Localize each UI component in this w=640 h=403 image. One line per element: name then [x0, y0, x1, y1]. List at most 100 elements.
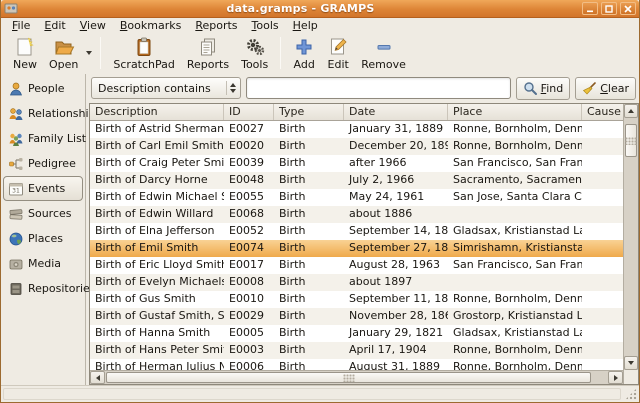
clear-button[interactable]: Clear [575, 77, 636, 100]
table-row[interactable]: Birth of Eric Lloyd Smith E0017 Birth Au… [90, 257, 623, 274]
events-table: Description ID Type Date Place Cause Bir… [89, 103, 639, 385]
horizontal-scroll-thumb[interactable] [106, 372, 591, 383]
table-row[interactable]: Birth of Emil Smith E0074 Birth Septembe… [90, 240, 623, 257]
cell-place [448, 206, 582, 223]
maximize-button[interactable] [601, 2, 617, 15]
table-row[interactable]: Birth of Edwin Michael Smith E0055 Birth… [90, 189, 623, 206]
cell-id: E0029 [224, 308, 274, 325]
edit-button[interactable]: Edit [321, 35, 355, 72]
sidebar-item-sources[interactable]: Sources [3, 201, 83, 226]
sidebar-item-people[interactable]: People [3, 76, 83, 101]
column-header-type[interactable]: Type [274, 104, 344, 120]
sidebar-item-events[interactable]: 31 Events [3, 176, 83, 201]
cell-id: E0008 [224, 274, 274, 291]
scroll-down-icon[interactable] [624, 356, 638, 370]
remove-minus-icon [373, 36, 395, 58]
combo-separator [226, 81, 227, 95]
column-header-place[interactable]: Place [448, 104, 582, 120]
cell-type: Birth [274, 206, 344, 223]
open-button[interactable]: Open [43, 35, 84, 72]
menu-bar: File Edit View Bookmarks Reports Tools H… [1, 18, 639, 33]
table-row[interactable]: Birth of Carl Emil Smith E0020 Birth Dec… [90, 138, 623, 155]
cell-description: Birth of Carl Emil Smith [90, 138, 224, 155]
menu-view[interactable]: View [73, 18, 113, 33]
table-row[interactable]: Birth of Elna Jefferson E0052 Birth Sept… [90, 223, 623, 240]
sidebar-item-pedigree[interactable]: Pedigree [3, 151, 83, 176]
column-header-date[interactable]: Date [344, 104, 448, 120]
tools-gears-icon [244, 36, 266, 58]
cell-description: Birth of Craig Peter Smith [90, 155, 224, 172]
sidebar-label: People [28, 82, 65, 95]
menu-edit[interactable]: Edit [37, 18, 72, 33]
column-header-id[interactable]: ID [224, 104, 274, 120]
sidebar-item-places[interactable]: Places [3, 226, 83, 251]
remove-button[interactable]: Remove [355, 35, 412, 72]
add-button[interactable]: Add [287, 35, 321, 72]
scroll-left-icon[interactable] [90, 371, 105, 384]
search-input[interactable] [246, 77, 511, 99]
table-row[interactable]: Birth of Edwin Willard E0068 Birth about… [90, 206, 623, 223]
cell-description: Birth of Hanna Smith [90, 325, 224, 342]
menu-bookmarks[interactable]: Bookmarks [113, 18, 188, 33]
table-row[interactable]: Birth of Hans Peter Smith E0003 Birth Ap… [90, 342, 623, 359]
sidebar-label: Pedigree [28, 157, 76, 170]
cell-cause [582, 257, 623, 274]
table-row[interactable]: Birth of Gus Smith E0010 Birth September… [90, 291, 623, 308]
column-header-description[interactable]: Description [90, 104, 224, 120]
clear-broom-icon [582, 81, 597, 96]
toolbar: New Open ScratchPad Reports [1, 33, 639, 74]
toolbar-label: Tools [241, 58, 268, 71]
vertical-scroll-thumb[interactable] [625, 124, 637, 157]
sidebar-item-media[interactable]: Media [3, 251, 83, 276]
menu-reports[interactable]: Reports [188, 18, 244, 33]
vertical-scrollbar[interactable] [623, 104, 638, 384]
find-button[interactable]: Find [516, 77, 571, 100]
sidebar-item-relationships[interactable]: Relationships [3, 101, 83, 126]
tools-button[interactable]: Tools [235, 35, 274, 72]
cell-id: E0074 [224, 240, 274, 257]
media-icon [8, 256, 24, 272]
menu-file[interactable]: File [5, 18, 37, 33]
filter-bar: Description contains Find [89, 74, 639, 103]
cell-id: E0006 [224, 359, 274, 370]
horizontal-scrollbar[interactable] [90, 370, 623, 384]
cell-place: Ronne, Bornholm, Denmark [448, 291, 582, 308]
table-row[interactable]: Birth of Hanna Smith E0005 Birth January… [90, 325, 623, 342]
reports-button[interactable]: Reports [181, 35, 235, 72]
scroll-up-icon[interactable] [624, 104, 638, 118]
resize-grip-icon[interactable] [625, 388, 637, 400]
menu-tools[interactable]: Tools [245, 18, 286, 33]
close-button[interactable] [620, 2, 636, 15]
table-row[interactable]: Birth of Astrid Shermanna A... E0027 Bir… [90, 121, 623, 138]
minimize-button[interactable] [582, 2, 598, 15]
new-button[interactable]: New [7, 35, 43, 72]
toolbar-label: Remove [361, 58, 406, 71]
menu-help[interactable]: Help [286, 18, 325, 33]
cell-place [448, 274, 582, 291]
table-row[interactable]: Birth of Evelyn Michaels E0008 Birth abo… [90, 274, 623, 291]
title-bar[interactable]: data.gramps - GRAMPS [1, 0, 639, 18]
cell-description: Birth of Gustaf Smith, Sr. [90, 308, 224, 325]
combo-stepper-icon[interactable] [230, 83, 238, 93]
sidebar-item-repositories[interactable]: Repositories [3, 276, 83, 301]
filter-field-value: Description contains [98, 82, 223, 95]
table-row[interactable]: Birth of Herman Julius Nielsen E0006 Bir… [90, 359, 623, 370]
cell-type: Birth [274, 121, 344, 138]
cell-place: Ronne, Bornholm, Denmark [448, 359, 582, 370]
reports-documents-icon [197, 36, 219, 58]
window-title: data.gramps - GRAMPS [22, 2, 579, 15]
sidebar-item-family-list[interactable]: Family List [3, 126, 83, 151]
table-row[interactable]: Birth of Darcy Horne E0048 Birth July 2,… [90, 172, 623, 189]
cell-id: E0052 [224, 223, 274, 240]
cell-type: Birth [274, 223, 344, 240]
column-header-cause[interactable]: Cause [582, 104, 623, 120]
scratchpad-button[interactable]: ScratchPad [107, 35, 181, 72]
cell-cause [582, 155, 623, 172]
table-row[interactable]: Birth of Gustaf Smith, Sr. E0029 Birth N… [90, 308, 623, 325]
table-row[interactable]: Birth of Craig Peter Smith E0039 Birth a… [90, 155, 623, 172]
scroll-right-icon[interactable] [608, 371, 623, 384]
filter-field-select[interactable]: Description contains [91, 77, 241, 99]
toolbar-label: Reports [187, 58, 229, 71]
open-dropdown-arrow[interactable] [84, 38, 94, 68]
cell-place: Ronne, Bornholm, Denmark [448, 342, 582, 359]
